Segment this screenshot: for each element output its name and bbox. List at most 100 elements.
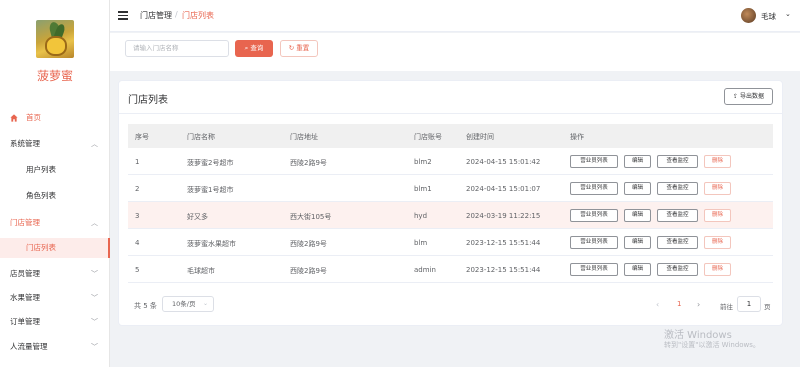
cell-created: 2024-03-19 11:22:15 (466, 212, 541, 220)
staff-list-button[interactable]: 营业员列表 (570, 236, 618, 249)
cell-created: 2023-12-15 15:51:44 (466, 239, 541, 247)
sidebar-item-label: 角色列表 (26, 191, 56, 200)
delete-button[interactable]: 删除 (704, 209, 731, 222)
reset-button-label: 重置 (296, 44, 310, 52)
view-monitor-button[interactable]: 查看监控 (657, 182, 698, 195)
store-name-search-input[interactable]: 请输入门店名称 (125, 40, 229, 57)
sidebar-item-label: 人流量管理 (10, 342, 48, 351)
goto-suffix: 页 (764, 303, 771, 311)
sidebar-item-fruits[interactable]: 水果管理 ﹀ (0, 288, 110, 308)
card-title: 门店列表 (128, 95, 168, 106)
sidebar-item-label: 门店列表 (26, 243, 56, 252)
delete-button[interactable]: 删除 (704, 263, 731, 276)
chevron-down-icon: ﹀ (91, 270, 98, 278)
cell-no: 1 (135, 158, 140, 166)
sidebar-item-home[interactable]: 首页 (0, 108, 110, 128)
staff-list-button[interactable]: 营业员列表 (570, 155, 618, 168)
table-row: 4 菠萝蜜水果超市 西陵2路9号 blm 2023-12-15 15:51:44… (128, 229, 773, 256)
sidebar-item-label: 店员管理 (10, 269, 40, 278)
sidebar-item-label: 订单管理 (10, 317, 40, 326)
view-monitor-button[interactable]: 查看监控 (657, 263, 698, 276)
delete-button[interactable]: 删除 (704, 155, 731, 168)
chevron-down-icon[interactable]: ⌄ (785, 10, 791, 18)
export-button-label: 导出数据 (739, 93, 764, 100)
column-header: 序号 (135, 133, 149, 141)
sidebar-item-traffic[interactable]: 人流量管理 ﹀ (0, 337, 110, 357)
delete-button[interactable]: 删除 (704, 236, 731, 249)
sidebar-item-stores[interactable]: 门店管理 ︿ (0, 213, 110, 233)
logo-image (36, 20, 74, 58)
menu-toggle-icon[interactable] (118, 11, 128, 20)
avatar[interactable] (741, 8, 756, 23)
sidebar-item-users[interactable]: 用户列表 (0, 160, 110, 180)
staff-list-button[interactable]: 营业员列表 (570, 182, 618, 195)
cell-account: blm2 (414, 158, 432, 166)
sidebar-item-roles[interactable]: 角色列表 (0, 186, 110, 206)
cell-address: 西陵2路9号 (290, 159, 327, 167)
column-header: 操作 (570, 133, 584, 141)
column-header: 门店地址 (290, 133, 318, 141)
sidebar-item-label: 系统管理 (10, 139, 40, 148)
column-header: 创建时间 (466, 133, 494, 141)
sidebar-item-label: 首页 (26, 113, 41, 122)
cell-no: 5 (135, 266, 140, 274)
chevron-left-icon[interactable]: ‹ (656, 300, 659, 309)
page-number-current[interactable]: 1 (677, 300, 681, 308)
top-header: 门店管理 / 门店列表 毛球 ⌄ (110, 0, 800, 32)
cell-name: 毛球超市 (187, 267, 215, 275)
cell-no: 4 (135, 239, 140, 247)
sidebar-item-system[interactable]: 系统管理 ︿ (0, 134, 110, 154)
activate-windows-title: 激活 Windows (664, 330, 732, 341)
sidebar-item-orders[interactable]: 订单管理 ﹀ (0, 312, 110, 332)
goto-label: 前往 (720, 303, 733, 311)
edit-button[interactable]: 编辑 (624, 263, 651, 276)
view-monitor-button[interactable]: 查看监控 (657, 236, 698, 249)
chevron-up-icon: ︿ (91, 140, 98, 148)
breadcrumb-parent[interactable]: 门店管理 (140, 10, 172, 21)
sidebar-item-label: 水果管理 (10, 293, 40, 302)
cell-name: 好又多 (187, 213, 208, 221)
goto-page-input[interactable]: 1 (737, 296, 761, 312)
sidebar: 菠萝蜜 首页 系统管理 ︿ 用户列表 角色列表 门店管理 ︿ 门店列表 店员管理… (0, 0, 110, 367)
edit-button[interactable]: 编辑 (624, 236, 651, 249)
chevron-down-icon: ⌄ (202, 300, 208, 307)
edit-button[interactable]: 编辑 (624, 182, 651, 195)
export-button[interactable]: ⇪ 导出数据 (724, 88, 773, 105)
cell-address: 西大街105号 (290, 213, 332, 221)
cell-created: 2023-12-15 15:51:44 (466, 266, 541, 274)
cell-address: 西陵2路9号 (290, 240, 327, 248)
staff-list-button[interactable]: 营业员列表 (570, 209, 618, 222)
store-list-card: 门店列表 ⇪ 导出数据 序号 门店名称 门店地址 门店账号 创建时间 操作 1 … (118, 80, 783, 326)
cell-no: 3 (135, 212, 140, 220)
sidebar-item-store-list[interactable]: 门店列表 (0, 238, 110, 258)
table-row: 5 毛球超市 西陵2路9号 admin 2023-12-15 15:51:44 … (128, 256, 773, 283)
delete-button[interactable]: 删除 (704, 182, 731, 195)
pagination-total: 共 5 条 (134, 302, 157, 310)
sidebar-item-label: 门店管理 (10, 218, 40, 227)
divider (119, 113, 782, 114)
cell-address: 西陵2路9号 (290, 267, 327, 275)
view-monitor-button[interactable]: 查看监控 (657, 209, 698, 222)
page-size-select[interactable]: 10条/页 ⌄ (162, 296, 214, 312)
breadcrumb-separator: / (175, 10, 178, 19)
staff-list-button[interactable]: 营业员列表 (570, 263, 618, 276)
edit-button[interactable]: 编辑 (624, 209, 651, 222)
table-row: 2 菠萝蜜1号超市 blm1 2024-04-15 15:01:07 营业员列表… (128, 175, 773, 202)
cell-account: admin (414, 266, 436, 274)
cell-created: 2024-04-15 15:01:07 (466, 185, 541, 193)
reset-button[interactable]: ↻ 重置 (280, 40, 318, 57)
breadcrumb-current: 门店列表 (182, 11, 214, 20)
search-button[interactable]: ⌕ 查询 (235, 40, 273, 57)
table-row: 3 好又多 西大街105号 hyd 2024-03-19 11:22:15 营业… (128, 202, 773, 229)
table-row: 1 菠萝蜜2号超市 西陵2路9号 blm2 2024-04-15 15:01:4… (128, 148, 773, 175)
chevron-right-icon[interactable]: › (697, 300, 700, 309)
user-name[interactable]: 毛球 (761, 11, 776, 22)
cell-no: 2 (135, 185, 140, 193)
home-icon (10, 114, 18, 122)
sidebar-item-staff[interactable]: 店员管理 ﹀ (0, 264, 110, 284)
activate-windows-hint: 转到"设置"以激活 Windows。 (664, 341, 760, 349)
cell-name: 菠萝蜜水果超市 (187, 240, 236, 248)
chevron-up-icon: ︿ (91, 219, 98, 227)
edit-button[interactable]: 编辑 (624, 155, 651, 168)
view-monitor-button[interactable]: 查看监控 (657, 155, 698, 168)
